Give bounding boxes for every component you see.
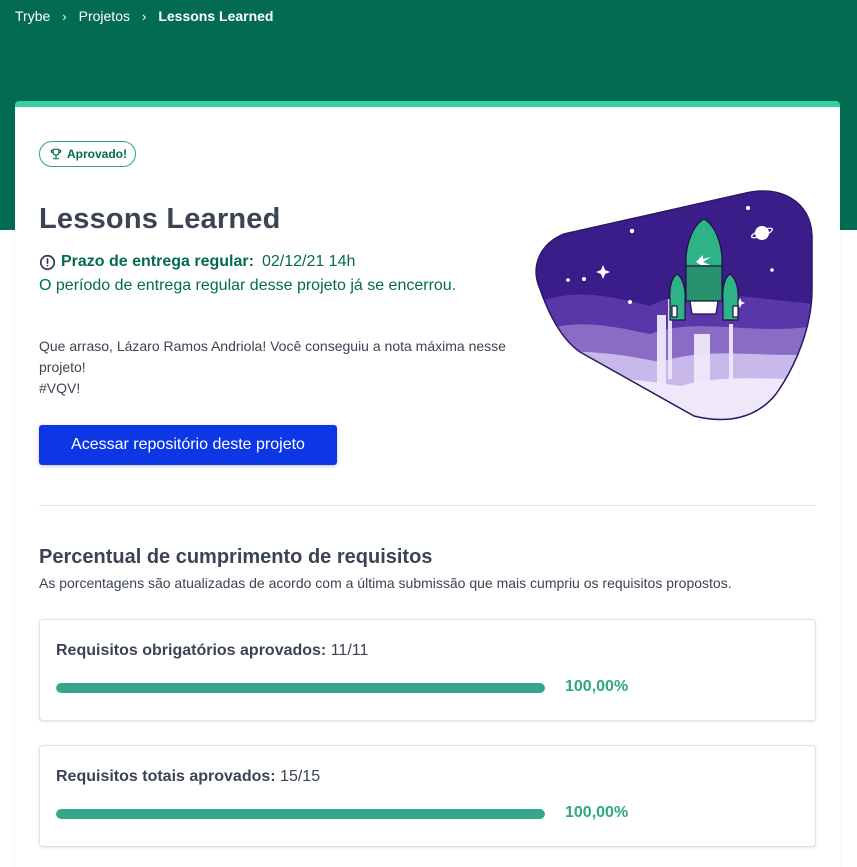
deadline-row: Prazo de entrega regular: 02/12/21 14h [39,253,355,271]
requirements-title: Percentual de cumprimento de requisitos [39,546,433,568]
deadline-label: Prazo de entrega regular: [61,253,254,270]
breadcrumb-separator: › [62,8,67,24]
congrats-line: #VQV! [39,380,81,396]
requirements-subtitle: As porcentagens são atualizadas de acord… [39,575,732,591]
requirements-label: Requisitos obrigatórios aprovados: 11/11 [56,642,368,660]
progress-bar [56,809,545,819]
breadcrumb-separator: › [141,8,147,24]
congrats-line: projeto! [39,359,86,375]
mandatory-requirements-card: Requisitos obrigatórios aprovados: 11/11… [39,619,816,721]
requirements-label-key: Requisitos obrigatórios aprovados: [56,642,327,659]
total-requirements-card: Requisitos totais aprovados: 15/15 100,0… [39,745,816,847]
progress-bar [56,683,545,693]
progress-fill [56,683,545,693]
approved-badge-label: Aprovado! [67,147,127,161]
breadcrumb-projetos-link[interactable]: Projetos [79,8,130,24]
breadcrumb-current: Lessons Learned [158,8,274,24]
requirements-label-key: Requisitos totais aprovados: [56,768,276,785]
breadcrumb-trybe-link[interactable]: Trybe [15,8,50,24]
progress-percent: 100,00% [565,678,629,695]
approved-badge: Aprovado! [39,141,136,167]
deadline-closed-message: O período de entrega regular desse proje… [39,277,457,294]
alert-circle-icon [39,254,56,271]
progress-percent: 100,00% [565,804,629,821]
deadline-value: 02/12/21 14h [261,253,356,270]
requirements-label: Requisitos totais aprovados: 15/15 [56,768,320,786]
trophy-icon [49,147,63,161]
congrats-line: Que arraso, Lázaro Ramos Andriola! Você … [39,338,506,354]
rocket-illustration [535,190,813,421]
breadcrumb: Trybe › Projetos › Lessons Learned [15,6,273,26]
congrats-message: Que arraso, Lázaro Ramos Andriola! Você … [39,336,519,399]
requirements-count: 11/11 [330,642,369,659]
section-divider [39,505,816,506]
project-title: Lessons Learned [39,203,281,235]
project-card: Aprovado! Lessons Learned Prazo de entre… [15,101,840,867]
progress-fill [56,809,545,819]
requirements-count: 15/15 [280,768,321,785]
access-repository-button[interactable]: Acessar repositório deste projeto [39,425,337,465]
